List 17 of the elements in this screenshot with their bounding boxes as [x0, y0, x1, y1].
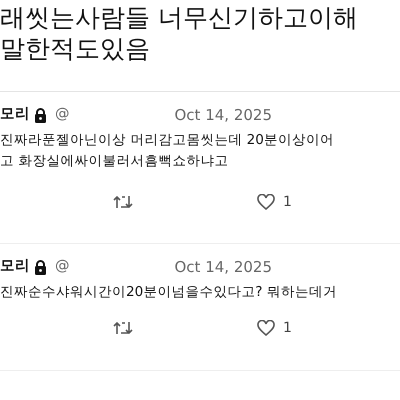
user-handle: @: [55, 257, 70, 276]
author-name: 모리: [0, 257, 30, 276]
heart-icon: [257, 194, 275, 210]
post-date: Oct 14, 2025: [174, 256, 272, 278]
like-button[interactable]: 1: [257, 192, 292, 212]
heart-icon: [257, 320, 275, 336]
reply-text: 고 화장실에싸이불러서흠뻑쇼하냐고: [0, 152, 230, 171]
reply-text: 진짜라푼젤아닌이상 머리감고몸씻는데 20분이상이어: [0, 131, 335, 150]
reply-text: 진짜순수샤워시간이20분이넘을수있다고? 뭐하는데거: [0, 283, 338, 302]
post-text: 래씻는사람들 너무신기하고이해: [0, 2, 359, 33]
post-text: 말한적도있음: [0, 33, 151, 64]
retweet-icon[interactable]: [113, 320, 133, 336]
like-button[interactable]: 1: [257, 318, 292, 338]
user-handle: @: [55, 105, 70, 124]
retweet-icon[interactable]: [113, 194, 133, 210]
post-date: Oct 14, 2025: [174, 104, 272, 126]
author-name: 모리: [0, 105, 30, 124]
